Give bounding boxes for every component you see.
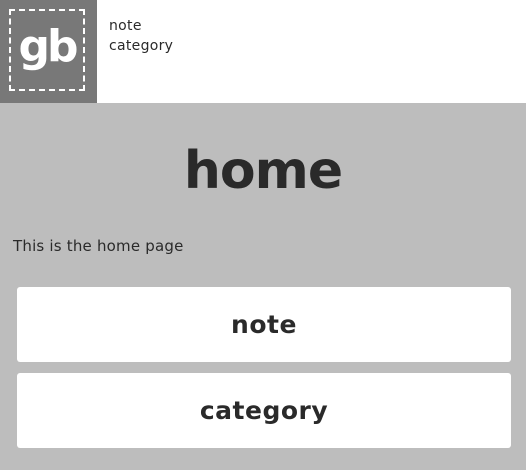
intro-text: This is the home page — [13, 237, 184, 255]
logo-text: gb — [18, 21, 79, 72]
logo[interactable]: gb — [0, 0, 97, 103]
nav-link-note[interactable]: note — [109, 16, 173, 36]
nav-link-category[interactable]: category — [109, 36, 173, 56]
note-card-button[interactable]: note — [17, 287, 511, 362]
category-card-label: category — [199, 396, 329, 425]
header-nav: note category — [109, 16, 173, 56]
page-title: home — [183, 141, 343, 201]
site-header: gb note category — [0, 0, 526, 103]
category-card-button[interactable]: category — [17, 373, 511, 448]
note-card-label: note — [231, 310, 297, 339]
logo-dashed-frame: gb — [9, 9, 85, 91]
